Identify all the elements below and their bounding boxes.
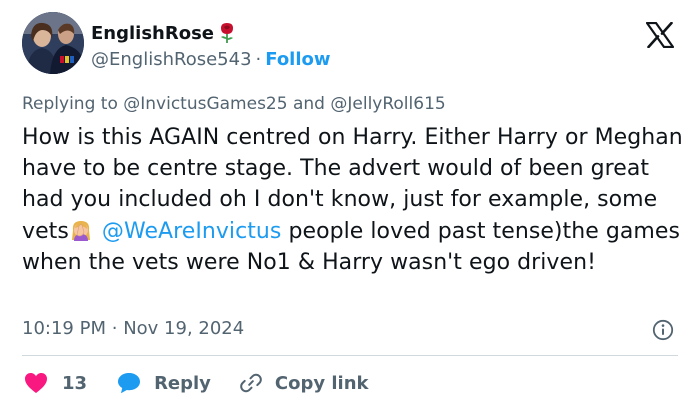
reply-label: Reply: [154, 372, 211, 394]
separator: ·: [255, 49, 262, 70]
rose-icon: [218, 22, 236, 44]
reply-conjunction: and: [292, 94, 325, 114]
like-button[interactable]: 13: [24, 372, 87, 394]
reply-button[interactable]: Reply: [117, 372, 211, 394]
display-name-row: EnglishRose: [91, 20, 331, 46]
reply-mention-2[interactable]: @JellyRoll615: [330, 94, 445, 114]
tweet-text: How is this AGAIN centred on Harry. Eith…: [22, 122, 690, 278]
user-avatar: [22, 12, 84, 74]
tweet-date: Nov 19, 2024: [123, 318, 245, 339]
like-count: 13: [62, 372, 88, 394]
tweet-time: 10:19 PM: [22, 318, 106, 339]
woman-facepalming-icon: [69, 218, 93, 242]
timestamp-separator: ·: [111, 318, 118, 339]
display-name[interactable]: EnglishRose: [91, 23, 214, 44]
info-icon[interactable]: [652, 319, 674, 341]
avatar[interactable]: [22, 12, 84, 74]
divider: [22, 355, 678, 356]
handle-row: @EnglishRose543 · Follow: [91, 49, 331, 70]
action-bar: 13 Reply Copy link: [24, 368, 369, 398]
handle[interactable]: @EnglishRose543: [91, 49, 252, 70]
copy-link-button[interactable]: Copy link: [239, 371, 369, 395]
author-block: EnglishRose @EnglishRose543 · Follow: [91, 20, 331, 71]
tweet-mention-link[interactable]: @WeAreInvictus: [102, 219, 282, 244]
reply-bubble-icon: [118, 373, 141, 394]
x-logo-icon[interactable]: [646, 22, 674, 48]
timestamp[interactable]: 10:19 PM · Nov 19, 2024: [22, 318, 244, 339]
reply-context: Replying to @InvictusGames25 and @JellyR…: [22, 94, 446, 114]
follow-button[interactable]: Follow: [265, 49, 330, 70]
reply-prefix: Replying to: [22, 94, 118, 114]
reply-mention-1[interactable]: @InvictusGames25: [123, 94, 287, 114]
copy-link-label: Copy link: [274, 372, 369, 394]
link-icon: [240, 373, 262, 393]
heart-icon: [25, 373, 47, 393]
